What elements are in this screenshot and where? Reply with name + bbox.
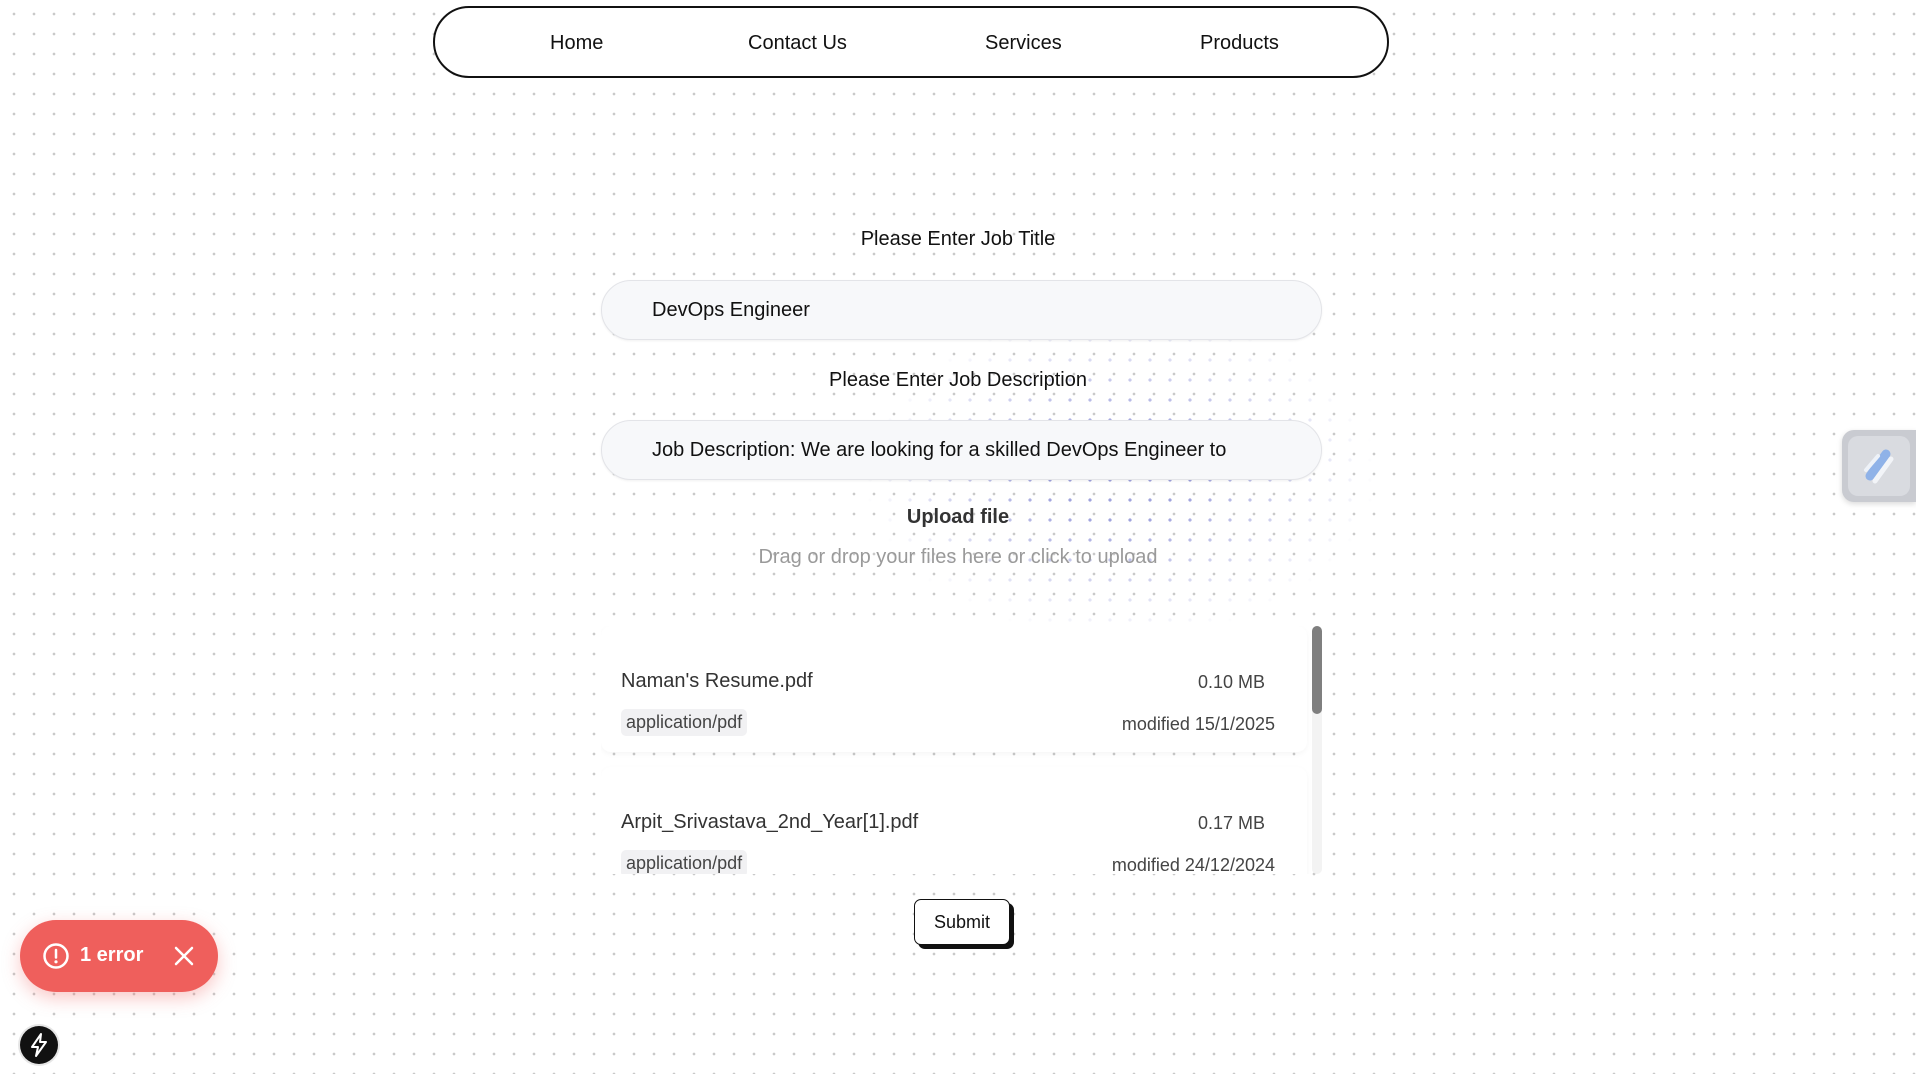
file-item: Naman's Resume.pdf 0.10 MB application/p… [601, 626, 1307, 752]
close-icon[interactable] [170, 942, 198, 970]
job-description-label: Please Enter Job Description [829, 369, 1087, 391]
nav-services-link[interactable]: Services [985, 32, 1062, 55]
lightning-bolt-icon [20, 1033, 58, 1068]
file-item: Arpit_Srivastava_2nd_Year[1].pdf 0.17 MB… [601, 767, 1307, 874]
error-count-label: 1 error [80, 944, 144, 966]
upload-hint: Drag or drop your files here or click to… [758, 546, 1158, 568]
upload-title: Upload file [906, 506, 1010, 528]
nav-contact-us-link[interactable]: Contact Us [748, 32, 847, 55]
file-list-scrollbar[interactable] [1312, 626, 1322, 874]
file-name: Arpit_Srivastava_2nd_Year[1].pdf [621, 811, 919, 833]
file-modified-date: modified 24/12/2024 [1111, 855, 1275, 874]
job-description-input[interactable]: Job Description: We are looking for a sk… [601, 420, 1322, 480]
dev-tools-button[interactable] [20, 1026, 58, 1064]
job-title-label: Please Enter Job Title [860, 228, 1056, 250]
scrollbar-thumb[interactable] [1312, 626, 1322, 714]
uploaded-files-list[interactable]: Naman's Resume.pdf 0.10 MB application/p… [601, 626, 1322, 874]
file-type-badge: application/pdf [621, 850, 748, 874]
exclamation-circle-icon [42, 942, 70, 970]
job-title-input[interactable]: DevOps Engineer [601, 280, 1322, 340]
file-modified-date: modified 15/1/2025 [1121, 714, 1275, 734]
slash-logo-icon [1848, 436, 1910, 496]
error-toast[interactable]: 1 error [20, 920, 218, 992]
submit-button[interactable]: Submit [914, 899, 1010, 945]
side-widget-button[interactable] [1842, 430, 1916, 502]
file-size: 0.17 MB [1197, 813, 1265, 833]
nav-home-link[interactable]: Home [550, 32, 603, 55]
file-type-badge: application/pdf [621, 709, 748, 736]
nav-products-link[interactable]: Products [1200, 32, 1279, 55]
file-size: 0.10 MB [1197, 672, 1265, 692]
top-navigation: Home Contact Us Services Products [433, 6, 1389, 78]
file-name: Naman's Resume.pdf [621, 670, 813, 692]
